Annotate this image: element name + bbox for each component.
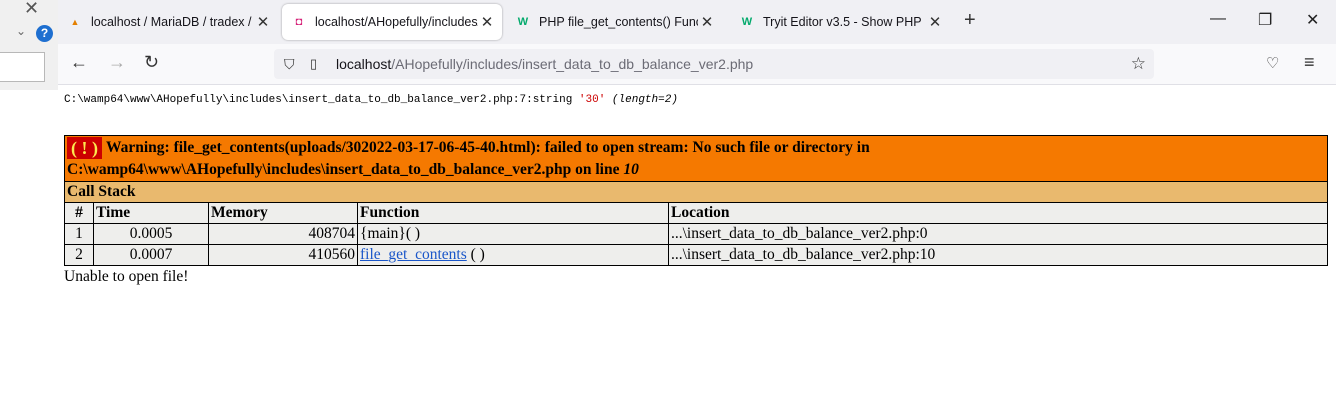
restore-icon[interactable]: ❐ [1258,10,1272,30]
row-time: 0.0007 [93,244,209,266]
minimize-icon[interactable]: — [1210,10,1226,28]
row-function: {main}( ) [357,223,669,245]
output-message: Unable to open file! [64,268,189,285]
tab-title: localhost / MariaDB / tradex / u [91,15,254,29]
tab-title: localhost/AHopefully/includes/ [315,15,478,29]
tab-close-icon[interactable]: ✕ [478,13,496,31]
warning-text: Warning: file_get_contents(uploads/30202… [67,139,870,178]
warning-icon: ( ! ) [67,137,102,159]
back-icon[interactable]: ← [70,52,88,73]
pma-icon: ▲ [70,17,80,27]
page-content: C:\wamp64\www\AHopefully\includes\insert… [64,85,1328,286]
dump-length: (length=2) [611,94,678,106]
col-header-num: # [64,202,94,224]
table-row: 1 0.0005 408704 {main}( ) ...\insert_dat… [64,223,1328,245]
row-num: 1 [64,223,94,245]
tab-phpmyadmin[interactable]: ▲ localhost / MariaDB / tradex / u ✕ [58,4,278,40]
url-text[interactable]: localhost/AHopefully/includes/insert_dat… [336,56,753,72]
col-header-memory: Memory [208,202,358,224]
url-path: /AHopefully/includes/insert_data_to_db_b… [391,56,754,72]
warning-line: 10 [623,161,639,178]
col-header-location: Location [668,202,1328,224]
menu-icon[interactable]: ≡ [1304,52,1315,73]
dump-location: C:\wamp64\www\AHopefully\includes\insert… [64,94,533,106]
call-stack-title: Call Stack [64,181,1328,203]
window-close-icon[interactable]: ✕ [1306,10,1319,30]
chevron-down-icon[interactable]: ⌄ [16,24,26,38]
column-header-row: # Time Memory Function Location [64,202,1328,224]
pocket-icon[interactable]: ♡ [1266,54,1279,72]
dump-value: '30' [578,94,606,106]
var-dump-output: C:\wamp64\www\AHopefully\includes\insert… [64,94,1328,106]
tab-current-page[interactable]: ◘ localhost/AHopefully/includes/ ✕ [282,4,502,40]
w3schools-icon: W [517,16,529,28]
tab-title: PHP file_get_contents() Functio [539,15,698,29]
help-icon[interactable]: ? [36,25,53,42]
call-stack-header: Call Stack [64,181,1328,203]
row-time: 0.0005 [93,223,209,245]
close-icon[interactable]: ✕ [24,0,39,19]
warning-row: ( ! ) Warning: file_get_contents(uploads/… [64,135,1328,182]
row-location: ...\insert_data_to_db_balance_ver2.php:1… [668,244,1328,266]
col-header-time: Time [93,202,209,224]
row-function: file_get_contents ( ) [357,244,669,266]
col-header-function: Function [357,202,669,224]
tracking-protection-icon[interactable]: ⛉ [284,56,302,73]
reload-icon[interactable]: ↻ [144,52,159,73]
new-tab-icon[interactable]: + [964,9,976,32]
table-row: 2 0.0007 410560 file_get_contents ( ) ..… [64,244,1328,266]
navigation-toolbar: ← → ↻ ⛉ ▯ localhost/AHopefully/includes/… [58,44,1336,85]
function-parens: ( ) [466,246,485,263]
tab-close-icon[interactable]: ✕ [698,13,716,31]
text-field[interactable] [0,52,45,82]
row-location: ...\insert_data_to_db_balance_ver2.php:0 [668,223,1328,245]
row-num: 2 [64,244,94,266]
bookmark-star-icon[interactable]: ☆ [1131,54,1146,74]
tab-close-icon[interactable]: ✕ [254,13,272,31]
tab-close-icon[interactable]: ✕ [926,13,944,31]
function-doc-link[interactable]: file_get_contents [360,246,467,263]
row-memory: 408704 [208,223,358,245]
row-memory: 410560 [208,244,358,266]
tab-php-file-get-contents[interactable]: W PHP file_get_contents() Functio ✕ [506,4,722,40]
address-bar[interactable]: ⛉ ▯ localhost/AHopefully/includes/insert… [274,49,1154,79]
wamp-icon: ◘ [295,16,303,28]
url-host: localhost [336,56,392,72]
w3schools-icon: W [741,16,753,28]
xdebug-error-table: ( ! ) Warning: file_get_contents(uploads/… [64,135,1328,266]
dump-type: string [532,94,573,106]
tab-strip: ▲ localhost / MariaDB / tradex / u ✕ ◘ l… [58,0,1336,44]
warning-message: ( ! ) Warning: file_get_contents(uploads/… [64,135,1328,182]
tab-title: Tryit Editor v3.5 - Show PHP [763,15,922,29]
page-info-icon[interactable]: ▯ [310,56,326,72]
background-window-strip: ✕ ⌄ ? [0,0,58,90]
tab-tryit-editor[interactable]: W Tryit Editor v3.5 - Show PHP ✕ [730,4,950,40]
forward-icon[interactable]: → [108,52,126,73]
